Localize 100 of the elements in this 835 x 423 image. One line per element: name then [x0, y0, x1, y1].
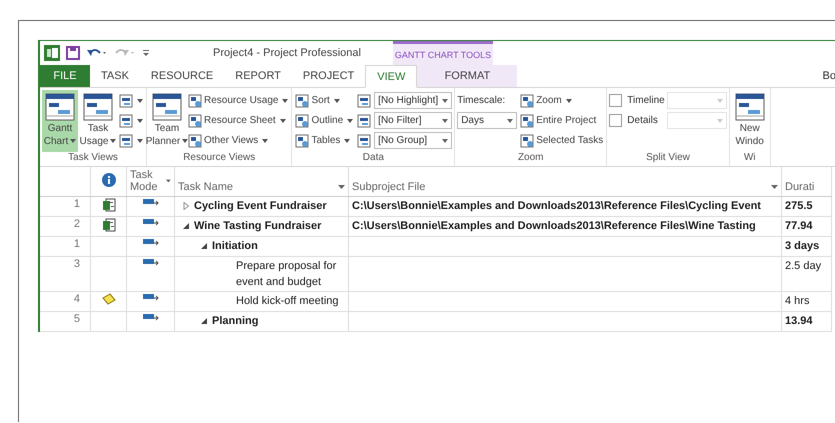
task-name: Wine Tasting Fundraiser — [194, 219, 322, 234]
duration: 77.94 — [785, 220, 813, 232]
caret-icon — [566, 98, 572, 102]
ribbon-button[interactable]: Outline — [294, 111, 354, 130]
auto-schedule-icon — [142, 293, 158, 303]
info-icon — [102, 173, 116, 187]
caret-icon — [137, 118, 143, 122]
checkbox[interactable] — [609, 94, 622, 107]
command-icon — [188, 114, 202, 128]
group-label: Resource Views — [182, 152, 256, 165]
checkbox-label: Details — [627, 115, 658, 126]
view-icon — [119, 114, 133, 128]
checkbox-label: Timeline — [627, 95, 665, 106]
task-name: Hold kick-off meeting — [236, 294, 339, 309]
ribbon-tab[interactable]: FORMAT — [417, 65, 518, 87]
ribbon-tab[interactable]: TASK — [90, 65, 140, 87]
column-header[interactable]: Durati — [785, 181, 814, 193]
file-path: C:\Users\Bonnie\Examples and Downloads2013\Reference Files\Wine Tasting — [352, 220, 756, 232]
large-view-button[interactable]: New Windo — [732, 90, 768, 152]
view-icon — [357, 94, 372, 108]
group-label: Data — [362, 152, 385, 165]
command-icon — [520, 94, 534, 108]
command-icon — [295, 134, 310, 148]
caret-icon — [137, 98, 143, 102]
caret-icon — [442, 118, 448, 122]
ribbon-button[interactable]: Selected Tasks — [519, 131, 604, 150]
group-label: Split View — [645, 152, 691, 165]
context-header: GANTT CHART TOOLS — [393, 41, 493, 65]
dropdown-field[interactable]: [No Group] — [374, 132, 452, 149]
group-label: Wi — [742, 152, 757, 165]
view-icon — [119, 94, 133, 108]
task-name: Cycling Event Fundraiser — [194, 199, 327, 214]
large-view-button[interactable]: Task Usage — [80, 90, 116, 152]
row-number: 3 — [74, 258, 80, 270]
save-icon[interactable] — [66, 46, 80, 60]
collapse-arrow-icon[interactable] — [200, 242, 208, 250]
caret-icon[interactable] — [338, 185, 345, 189]
caret-icon — [716, 118, 723, 122]
dropdown-field[interactable]: [No Filter] — [374, 112, 452, 129]
caret-icon[interactable] — [771, 185, 778, 189]
ribbon-tab[interactable]: FILE — [40, 65, 90, 87]
command-icon — [188, 94, 202, 108]
row-number: 2 — [74, 218, 80, 230]
checkbox[interactable] — [609, 114, 622, 127]
large-view-button[interactable]: Team Planner — [149, 90, 185, 152]
ribbon-button[interactable]: Entire Project — [519, 111, 604, 130]
dropdown-field[interactable]: [No Highlight] — [374, 92, 452, 109]
auto-schedule-icon — [142, 258, 158, 268]
duration: 4 hrs — [785, 295, 810, 307]
view-icon — [45, 92, 75, 122]
caret-icon — [334, 98, 340, 102]
caret-icon — [716, 98, 723, 102]
task-name: Planning — [212, 314, 258, 329]
caret-icon — [344, 138, 350, 142]
caret-icon — [507, 118, 514, 122]
ribbon-tab[interactable]: RESOURCE — [140, 65, 224, 87]
collapse-arrow-icon[interactable] — [182, 222, 190, 230]
task-name: Initiation — [212, 239, 258, 254]
duration: 3 days — [785, 240, 820, 252]
duration: 13.94 — [785, 315, 813, 327]
view-icon — [357, 114, 372, 128]
group-label: Task Views — [67, 152, 119, 165]
column-header[interactable]: Task Name — [178, 181, 234, 193]
caret-icon — [442, 138, 448, 142]
ribbon-tab[interactable]: PROJECT — [292, 65, 366, 87]
caret-icon — [182, 139, 188, 144]
collapse-arrow-icon[interactable] — [200, 317, 208, 325]
row-number: 5 — [74, 313, 80, 325]
caret-icon — [262, 138, 268, 142]
ribbon-button[interactable]: Tables — [294, 131, 354, 150]
duration: 275.5 — [785, 200, 813, 212]
auto-schedule-icon — [142, 198, 158, 208]
column-header[interactable]: Subproject File — [352, 181, 426, 193]
ribbon-button[interactable]: Other Views — [187, 131, 290, 150]
ribbon-tab[interactable]: REPORT — [224, 65, 292, 87]
customize-icon[interactable] — [142, 48, 150, 58]
row-number: 4 — [74, 293, 80, 305]
column-header[interactable]: Task Mode — [130, 169, 166, 193]
ribbon-button[interactable]: Resource Sheet — [187, 111, 290, 130]
ribbon-button[interactable]: Sort — [294, 91, 354, 110]
auto-schedule-icon — [142, 238, 158, 248]
project-file-icon — [102, 198, 116, 212]
caret-icon — [110, 139, 116, 144]
row-number: 1 — [74, 238, 80, 250]
large-view-button[interactable]: Gantt Chart — [42, 90, 78, 152]
file-path: C:\Users\Bonnie\Examples and Downloads2013\Reference Files\Cycling Event — [352, 200, 761, 212]
row-number: 1 — [74, 198, 80, 210]
ribbon-button[interactable]: Zoom — [519, 91, 604, 110]
caret-icon — [282, 98, 288, 102]
command-icon — [520, 114, 534, 128]
expand-arrow-icon[interactable] — [182, 202, 190, 210]
view-icon — [83, 92, 113, 122]
caret-icon[interactable] — [166, 179, 171, 183]
ribbon-tab[interactable]: VIEW — [365, 65, 418, 88]
caret-icon — [280, 118, 286, 122]
dropdown-field[interactable]: Days — [457, 112, 518, 129]
ribbon-button[interactable]: Resource Usage — [187, 91, 290, 110]
caret-icon — [442, 98, 448, 102]
note-icon — [102, 293, 116, 305]
view-icon — [357, 134, 372, 148]
